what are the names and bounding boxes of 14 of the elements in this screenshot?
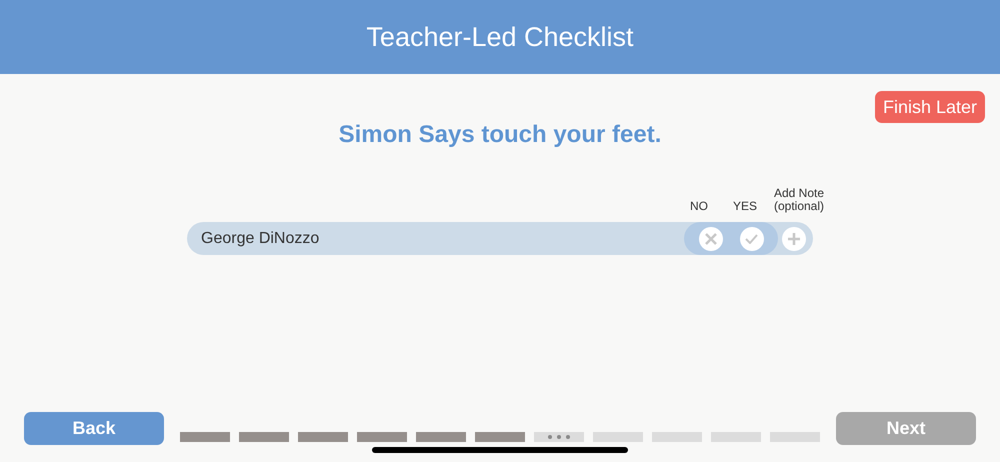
column-header: NO (689, 198, 709, 213)
add-note-button[interactable] (782, 226, 806, 250)
header-title: Teacher-Led Checklist (366, 20, 634, 54)
no-button[interactable] (698, 226, 722, 250)
check-icon (745, 234, 758, 244)
finish-later-button[interactable]: Finish Later (874, 91, 985, 123)
close-icon (704, 232, 716, 244)
student-name: George DiNozzo (201, 228, 320, 248)
column-header: Add Note (optional) (772, 187, 826, 213)
column-header: YES (732, 198, 758, 213)
plus-icon (788, 232, 800, 244)
back-button[interactable]: Back (24, 412, 164, 445)
question-text: Simon Says touch your feet. (338, 120, 662, 150)
yes-button[interactable] (740, 226, 764, 250)
